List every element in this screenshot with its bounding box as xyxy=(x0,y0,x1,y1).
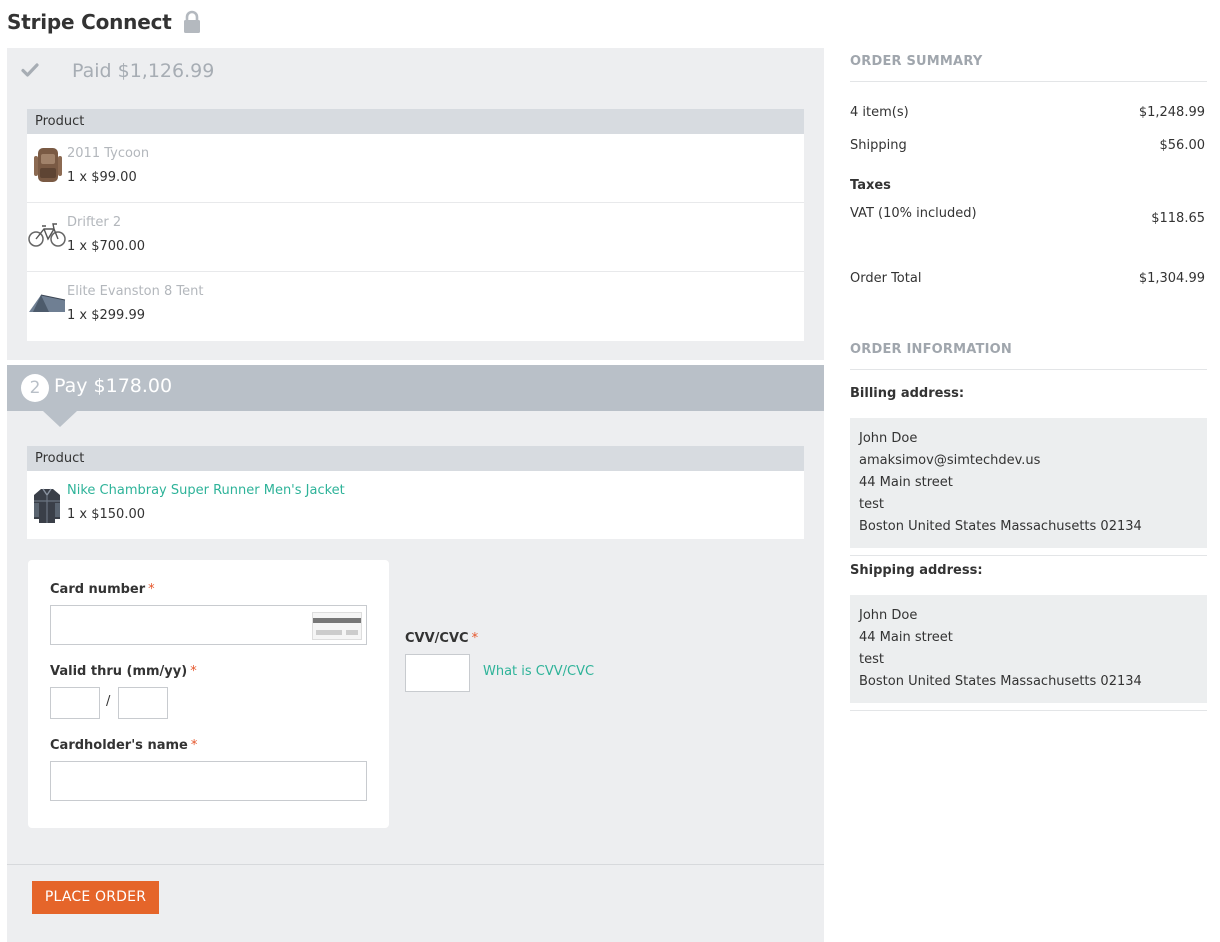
shipping-line2: test xyxy=(859,652,884,667)
divider xyxy=(850,555,1207,556)
expiry-month-input[interactable] xyxy=(50,687,100,719)
order-total-value: $1,304.99 xyxy=(1138,271,1205,286)
order-summary-title: ORDER SUMMARY xyxy=(850,54,983,69)
cardholder-label: Cardholder's name * xyxy=(50,738,197,753)
valid-thru-label-text: Valid thru (mm/yy) xyxy=(50,664,188,679)
product-quantity-price: 1 x $299.99 xyxy=(67,308,145,323)
billing-address-label: Billing address: xyxy=(850,386,965,401)
product-quantity-price: 1 x $99.00 xyxy=(67,170,137,185)
vat-label: VAT (10% included) xyxy=(850,206,977,221)
product-row: Nike Chambray Super Runner Men's Jacket … xyxy=(27,471,804,539)
bicycle-image-icon xyxy=(27,213,67,253)
jacket-image-icon xyxy=(29,485,65,525)
product-column-header: Product xyxy=(27,109,804,134)
expiry-separator: / xyxy=(106,694,111,709)
shipping-name: John Doe xyxy=(859,608,918,623)
card-number-label-text: Card number xyxy=(50,582,146,597)
shipping-label: Shipping xyxy=(850,138,907,153)
product-row: Elite Evanston 8 Tent 1 x $299.99 xyxy=(27,272,804,341)
divider xyxy=(7,864,824,865)
shipping-city-line: Boston United States Massachusetts 02134 xyxy=(859,674,1142,689)
card-form: Card number * Valid thru (mm/yy) * / Cardh… xyxy=(28,560,389,828)
billing-email: amaksimov@simtechdev.us xyxy=(859,453,1041,468)
cardholder-label-text: Cardholder's name xyxy=(50,738,188,753)
product-quantity-price: 1 x $700.00 xyxy=(67,239,145,254)
product-name: Elite Evanston 8 Tent xyxy=(67,284,204,299)
what-is-cvv-link[interactable]: What is CVV/CVC xyxy=(483,664,594,679)
billing-name: John Doe xyxy=(859,431,918,446)
billing-address-box: John Doe amaksimov@simtechdev.us 44 Main… xyxy=(850,418,1207,548)
product-quantity-price: 1 x $150.00 xyxy=(67,507,145,522)
items-subtotal-value: $1,248.99 xyxy=(1138,105,1205,120)
lock-icon xyxy=(182,10,202,34)
credit-card-icon xyxy=(312,612,362,640)
shipping-address-label: Shipping address: xyxy=(850,563,983,578)
step-paid-header: Paid $1,126.99 xyxy=(7,48,824,96)
divider xyxy=(850,710,1207,711)
shipping-value: $56.00 xyxy=(1159,138,1206,153)
divider xyxy=(850,369,1207,370)
billing-city-line: Boston United States Massachusetts 02134 xyxy=(859,519,1142,534)
product-name-link[interactable]: Nike Chambray Super Runner Men's Jacket xyxy=(67,483,345,498)
checkmark-icon xyxy=(21,61,39,79)
divider xyxy=(850,81,1207,82)
valid-thru-label: Valid thru (mm/yy) * xyxy=(50,664,197,679)
expiry-year-input[interactable] xyxy=(118,687,168,719)
card-number-label: Card number * xyxy=(50,582,155,597)
paid-products-table: Product 2011 Tycoon 1 x $99.00 Drifter 2… xyxy=(27,109,804,341)
product-column-header: Product xyxy=(27,446,804,471)
required-mark: * xyxy=(190,738,198,753)
pay-products-table: Product Nike Chambray Super Runner Men's… xyxy=(27,446,804,539)
backpack-image-icon xyxy=(29,144,65,184)
billing-line2: test xyxy=(859,497,884,512)
order-total-label: Order Total xyxy=(850,271,922,286)
step-paid: Paid $1,126.99 Product 2011 Tycoon 1 x $… xyxy=(7,48,824,360)
product-name: 2011 Tycoon xyxy=(67,146,150,161)
checkout-steps: Paid $1,126.99 Product 2011 Tycoon 1 x $… xyxy=(7,48,824,942)
taxes-label: Taxes xyxy=(850,178,891,193)
required-mark: * xyxy=(148,582,155,597)
cvv-label: CVV/CVC * xyxy=(405,631,478,646)
shipping-address-box: John Doe 44 Main street test Boston Unit… xyxy=(850,595,1207,703)
pay-amount-label: Pay $178.00 xyxy=(54,375,173,397)
items-count-label: 4 item(s) xyxy=(850,105,909,120)
step-pay-header: 2 Pay $178.00 xyxy=(7,365,824,411)
product-row: 2011 Tycoon 1 x $99.00 xyxy=(27,134,804,203)
cvv-label-text: CVV/CVC xyxy=(405,631,469,646)
step-pointer-arrow xyxy=(43,411,77,427)
vat-value: $118.65 xyxy=(1151,211,1205,226)
shipping-street: 44 Main street xyxy=(859,630,953,645)
required-mark: * xyxy=(190,664,197,679)
card-number-input[interactable] xyxy=(50,605,367,645)
billing-street: 44 Main street xyxy=(859,475,953,490)
product-name: Drifter 2 xyxy=(67,215,122,230)
product-row: Drifter 2 1 x $700.00 xyxy=(27,203,804,272)
place-order-button[interactable]: PLACE ORDER xyxy=(32,881,159,914)
cardholder-name-input[interactable] xyxy=(50,761,367,801)
page-title-text: Stripe Connect xyxy=(7,10,172,34)
page-title: Stripe Connect xyxy=(7,10,202,34)
tent-image-icon xyxy=(27,282,67,322)
required-mark: * xyxy=(471,631,479,646)
cvv-input[interactable] xyxy=(405,654,470,692)
step-pay-body: Product Nike Chambray Super Runner Men's… xyxy=(7,411,824,942)
step-number-badge: 2 xyxy=(21,374,49,402)
paid-amount-label: Paid $1,126.99 xyxy=(72,60,215,82)
order-information-title: ORDER INFORMATION xyxy=(850,342,1012,357)
